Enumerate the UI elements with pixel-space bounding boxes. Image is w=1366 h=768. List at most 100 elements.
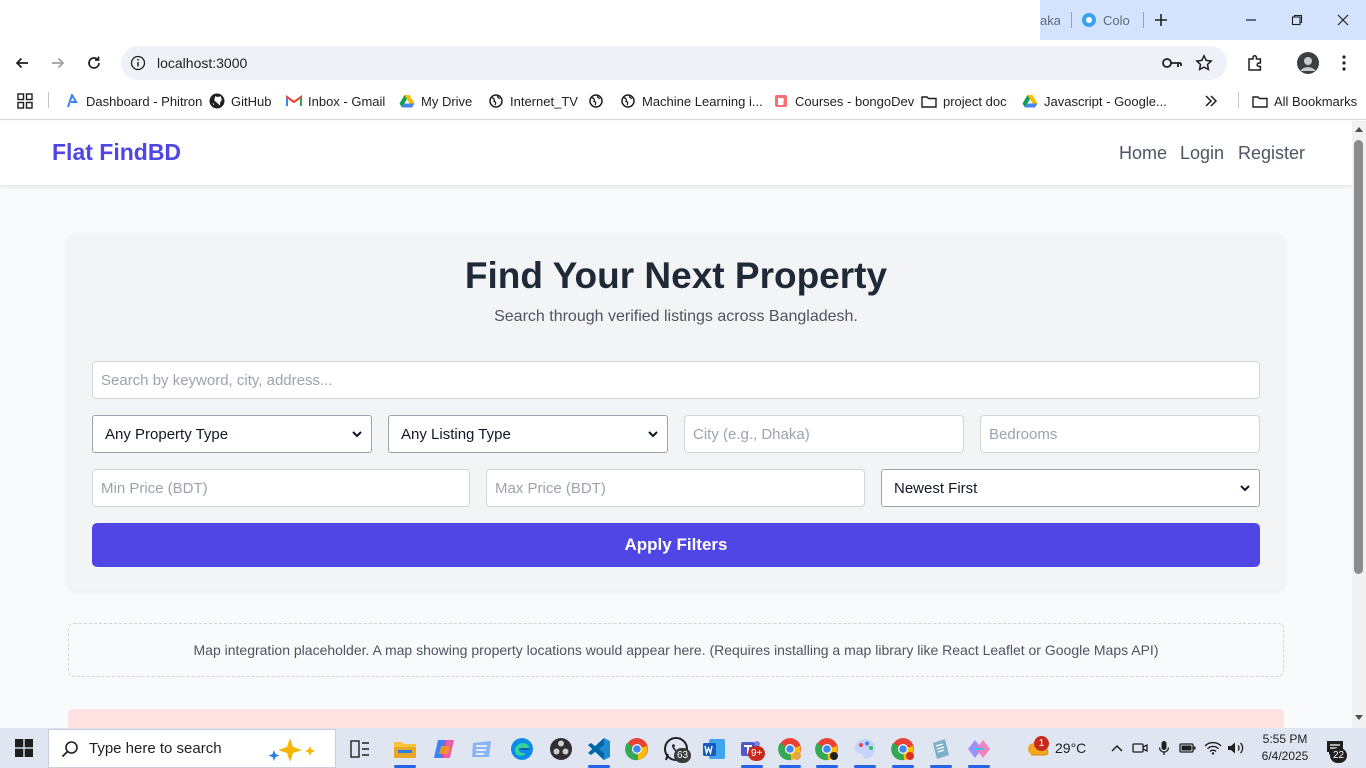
forward-button[interactable] — [43, 48, 73, 78]
sort-select[interactable]: Newest First — [881, 469, 1260, 507]
temperature-text[interactable]: 29°C — [1055, 740, 1086, 756]
chevron-down-icon — [352, 431, 362, 438]
battery-icon[interactable] — [1179, 738, 1197, 758]
globe-icon — [588, 93, 604, 109]
listing-type-select[interactable]: Any Listing Type — [388, 415, 668, 453]
volume-icon[interactable] — [1227, 738, 1245, 758]
task-view-icon[interactable] — [345, 734, 375, 764]
drive-icon — [1022, 93, 1038, 109]
tab-truncated[interactable]: aka — [1040, 8, 1060, 32]
copilot-app-icon[interactable] — [429, 734, 459, 764]
clock-date[interactable]: 6/4/2025 — [1257, 749, 1313, 763]
min-price-input[interactable] — [92, 469, 470, 507]
nav-register-link[interactable]: Register — [1238, 143, 1305, 164]
globe-icon — [488, 93, 504, 109]
property-type-select[interactable]: Any Property Type — [92, 415, 372, 453]
vscode-icon[interactable] — [584, 734, 614, 764]
all-bookmarks-button[interactable]: All Bookmarks — [1252, 90, 1357, 112]
reload-button[interactable] — [79, 48, 109, 78]
chrome-icon[interactable] — [622, 734, 652, 764]
site-info-icon[interactable] — [128, 53, 148, 73]
password-key-icon[interactable] — [1160, 51, 1184, 75]
bookmarks-overflow-button[interactable] — [1204, 90, 1218, 112]
taskbar-search-box[interactable]: Type here to search — [48, 729, 336, 768]
folder-icon — [921, 93, 937, 109]
restore-icon — [1291, 14, 1303, 26]
drive-icon — [399, 93, 415, 109]
bongodev-icon — [773, 93, 789, 109]
git-app-icon[interactable] — [964, 734, 994, 764]
bookmark-github[interactable]: GitHub — [209, 90, 271, 112]
nav-home-link[interactable]: Home — [1119, 143, 1167, 164]
active-tab[interactable] — [0, 0, 1040, 40]
restore-button[interactable] — [1274, 0, 1320, 40]
scroll-down-arrow-icon[interactable] — [1354, 713, 1364, 723]
site-navbar: Flat FindBD Home Login Register — [0, 121, 1352, 185]
bookmark-star-icon[interactable] — [1192, 51, 1216, 75]
wifi-icon[interactable] — [1204, 738, 1222, 758]
scrollbar-thumb[interactable] — [1354, 140, 1363, 574]
windows-logo-icon — [15, 739, 33, 757]
scroll-up-arrow-icon[interactable] — [1354, 124, 1364, 134]
obs-studio-icon[interactable] — [546, 734, 576, 764]
colorful-app-icon — [1081, 12, 1097, 28]
edge-browser-icon[interactable] — [507, 734, 537, 764]
github-icon — [209, 93, 225, 109]
start-button[interactable] — [0, 728, 48, 768]
bookmark-bongodev[interactable]: Courses - bongoDev — [773, 90, 914, 112]
meet-now-icon[interactable] — [1131, 738, 1149, 758]
bedrooms-input[interactable] — [980, 415, 1260, 453]
bookmark-unnamed[interactable] — [588, 90, 610, 112]
bookmark-phitron[interactable]: Dashboard - Phitron — [64, 90, 202, 112]
keyword-search-input[interactable] — [92, 361, 1260, 399]
profile-avatar[interactable] — [1296, 51, 1320, 75]
paint-icon[interactable] — [850, 734, 880, 764]
bookmark-gmail[interactable]: Inbox - Gmail — [286, 90, 385, 112]
minimize-button[interactable] — [1228, 0, 1274, 40]
clock-time[interactable]: 5:55 PM — [1260, 732, 1310, 746]
chrome-active-icon[interactable] — [812, 734, 842, 764]
new-tab-button[interactable] — [1150, 8, 1172, 32]
phitron-icon — [64, 93, 80, 109]
bookmark-internet-tv[interactable]: Internet_TV — [488, 90, 578, 112]
microphone-icon[interactable] — [1155, 738, 1173, 758]
address-bar[interactable] — [121, 46, 1227, 80]
reload-icon — [88, 56, 100, 69]
more-menu-icon[interactable] — [1332, 51, 1356, 75]
word-icon[interactable] — [699, 734, 729, 764]
chevron-double-right-icon — [1205, 95, 1218, 107]
notification-count-badge: 22 — [1330, 748, 1348, 763]
chevron-up-icon[interactable] — [1108, 738, 1126, 758]
city-input[interactable] — [684, 415, 964, 453]
bookmark-javascript[interactable]: Javascript - Google... — [1022, 90, 1167, 112]
apps-grid-icon[interactable] — [17, 90, 33, 112]
map-placeholder: Map integration placeholder. A map showi… — [68, 623, 1284, 677]
apply-filters-button[interactable]: Apply Filters — [92, 523, 1260, 567]
chrome-profile-icon[interactable] — [775, 734, 805, 764]
plus-icon — [1155, 14, 1167, 26]
notepad-icon[interactable] — [926, 734, 956, 764]
weather-badge: 1 — [1034, 736, 1049, 751]
bookmark-my-drive[interactable]: My Drive — [399, 90, 472, 112]
close-icon — [1337, 14, 1349, 26]
tab-colo[interactable]: Colo — [1081, 8, 1133, 32]
site-logo[interactable]: Flat FindBD — [52, 139, 181, 166]
page-subtitle: Search through verified listings across … — [494, 308, 858, 325]
search-panel: Find Your Next Property Search through v… — [68, 233, 1284, 591]
globe-icon — [620, 93, 636, 109]
nav-login-link[interactable]: Login — [1180, 143, 1224, 164]
file-explorer-icon[interactable] — [390, 734, 420, 764]
close-window-button[interactable] — [1320, 0, 1366, 40]
chrome-profile-a-icon[interactable] — [888, 734, 918, 764]
copilot-sparkle-icon — [264, 736, 322, 768]
extensions-puzzle-icon[interactable] — [1243, 51, 1267, 75]
bookmark-machine-learning[interactable]: Machine Learning i... — [620, 90, 763, 112]
back-button[interactable] — [7, 48, 37, 78]
folder-icon — [1252, 93, 1268, 109]
arrow-right-icon — [52, 57, 65, 69]
bookmark-project-doc[interactable]: project doc — [921, 90, 1007, 112]
windows-app-icon[interactable] — [468, 734, 498, 764]
arrow-left-icon — [15, 57, 28, 69]
url-text[interactable]: localhost:3000 — [157, 55, 247, 71]
max-price-input[interactable] — [486, 469, 865, 507]
